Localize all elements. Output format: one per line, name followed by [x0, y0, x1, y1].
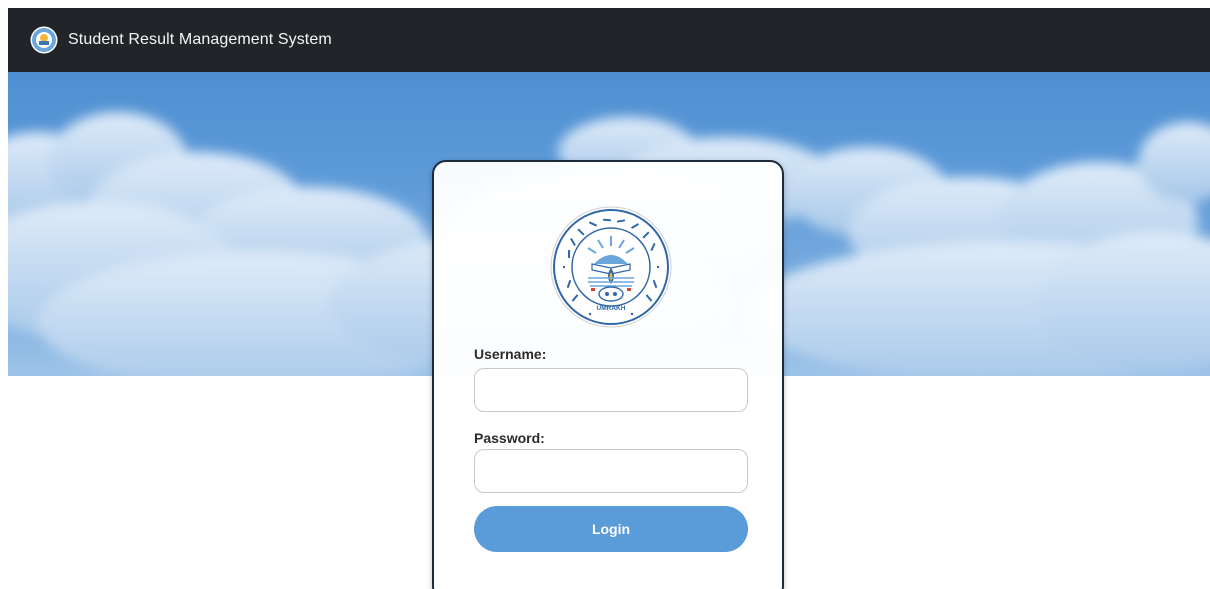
top-strip — [0, 0, 1210, 8]
navbar: Student Result Management System — [8, 8, 1210, 72]
app-title[interactable]: Student Result Management System — [68, 31, 332, 49]
username-label: Username: — [474, 346, 547, 362]
seal-bottom-text: UMRAKH — [597, 305, 626, 312]
username-input[interactable] — [474, 368, 748, 412]
password-label: Password: — [474, 430, 545, 446]
college-seal-icon: UMRAKH — [550, 206, 672, 328]
college-seal-icon[interactable] — [30, 26, 58, 54]
login-page: Student Result Management System UMRAKH … — [0, 0, 1210, 589]
login-button[interactable]: Login — [474, 506, 748, 552]
login-card: UMRAKH Username: Password: Login — [432, 160, 784, 589]
password-input[interactable] — [474, 449, 748, 493]
